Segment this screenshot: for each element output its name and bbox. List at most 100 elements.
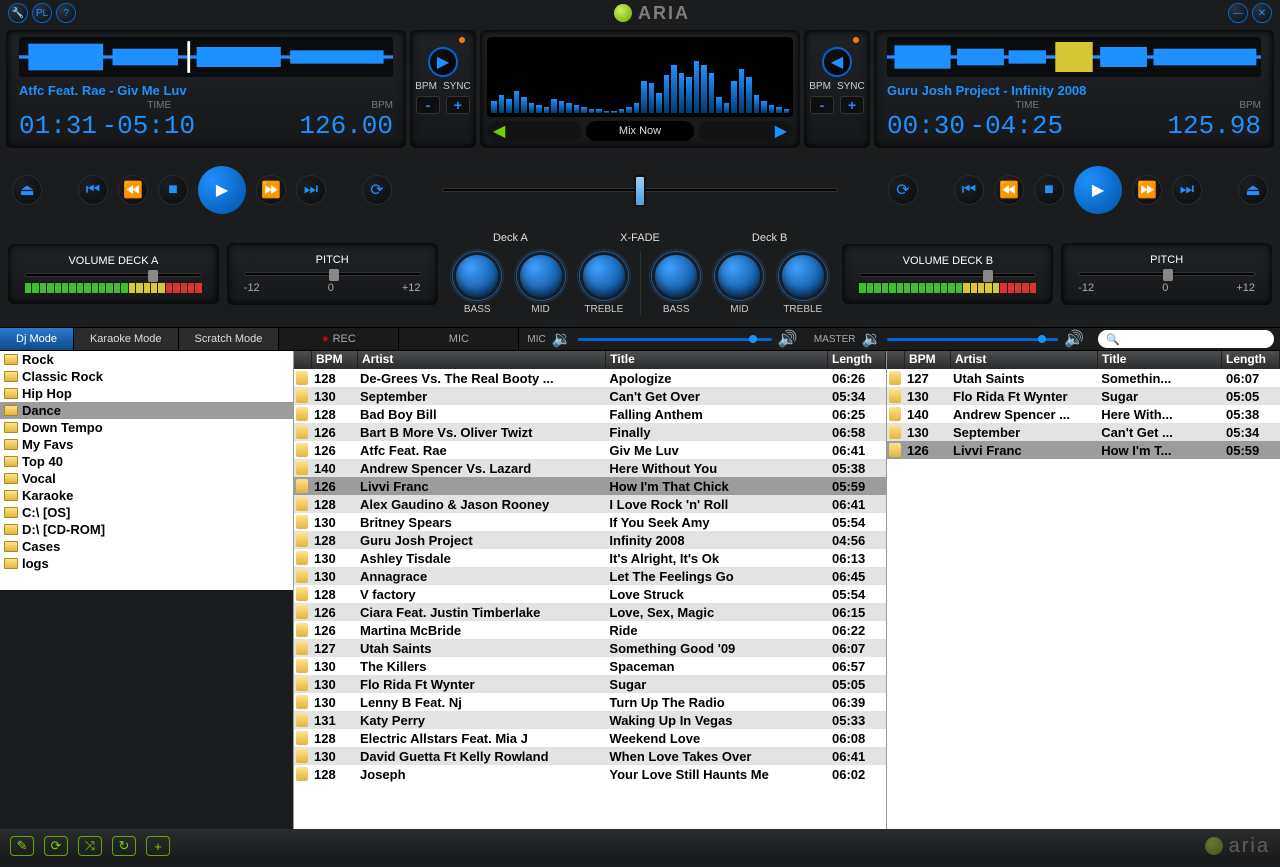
track-row[interactable]: 126Livvi FrancHow I'm That Chick05:59 — [294, 477, 886, 495]
sync-b-plus-button[interactable]: + — [840, 96, 864, 114]
deck-a-stop-button[interactable]: ■ — [158, 175, 188, 205]
track-row[interactable]: 130The KillersSpaceman06:57 — [294, 657, 886, 675]
mix-prev-button[interactable]: ◀ — [487, 121, 582, 141]
deck-a-next-button[interactable]: ⏭ — [296, 175, 326, 205]
pitch-b-slider[interactable] — [1078, 272, 1255, 276]
tab-dj-mode[interactable]: Dj Mode — [0, 328, 74, 350]
volume-a-slider[interactable] — [25, 273, 202, 277]
shuffle-button[interactable]: ⤨ — [78, 836, 102, 856]
deck-a-play-button[interactable]: ▶ — [198, 166, 246, 214]
deck-b-play-button[interactable]: ▶ — [1074, 166, 1122, 214]
deck-b-eject-button[interactable]: ⏏ — [1238, 175, 1268, 205]
repeat-button[interactable]: ↻ — [112, 836, 136, 856]
tab-karaoke-mode[interactable]: Karaoke Mode — [74, 328, 179, 350]
deck-a-waveform[interactable] — [19, 37, 393, 77]
track-row[interactable]: 126Ciara Feat. Justin TimberlakeLove, Se… — [294, 603, 886, 621]
mic-level-slider[interactable] — [578, 338, 772, 341]
deck-b-loop-button[interactable]: ⟳ — [888, 175, 918, 205]
folder-row[interactable]: Classic Rock — [0, 368, 293, 385]
deck-a-prev-button[interactable]: ⏮ — [78, 175, 108, 205]
help-button[interactable]: ? — [56, 3, 76, 23]
track-row[interactable]: 126Martina McBrideRide06:22 — [294, 621, 886, 639]
sync-b-minus-button[interactable]: - — [810, 96, 834, 114]
deck-b-waveform[interactable] — [887, 37, 1261, 77]
refresh-button[interactable]: ⟳ — [44, 836, 68, 856]
deck-a-rew-button[interactable]: ⏪ — [118, 175, 148, 205]
track-row[interactable]: 140Andrew Spencer Vs. LazardHere Without… — [294, 459, 886, 477]
settings-button[interactable]: 🔧 — [8, 3, 28, 23]
deck-b-treble-knob[interactable] — [779, 252, 827, 300]
deck-a-eject-button[interactable]: ⏏ — [12, 175, 42, 205]
track-row[interactable]: 128De-Grees Vs. The Real Booty ...Apolog… — [294, 369, 886, 387]
track-row[interactable]: 130SeptemberCan't Get ...05:34 — [887, 423, 1280, 441]
deck-b-ffwd-button[interactable]: ⏩ — [1132, 175, 1162, 205]
folder-row[interactable]: Rock — [0, 351, 293, 368]
folder-row[interactable]: logs — [0, 555, 293, 572]
track-row[interactable]: 127Utah SaintsSomething Good '0906:07 — [294, 639, 886, 657]
track-row[interactable]: 126Livvi FrancHow I'm T...05:59 — [887, 441, 1280, 459]
track-row[interactable]: 126Bart B More Vs. Oliver TwiztFinally06… — [294, 423, 886, 441]
col-length[interactable]: Length — [828, 351, 886, 369]
folder-row[interactable]: D:\ [CD-ROM] — [0, 521, 293, 538]
volume-b-slider[interactable] — [859, 273, 1036, 277]
pitch-a-slider[interactable] — [244, 272, 421, 276]
folder-row[interactable]: My Favs — [0, 436, 293, 453]
mix-next-button[interactable]: ▶ — [698, 121, 793, 141]
edit-button[interactable]: ✎ — [10, 836, 34, 856]
qcol-title[interactable]: Title — [1098, 351, 1222, 369]
deck-b-stop-button[interactable]: ■ — [1034, 175, 1064, 205]
folder-row[interactable]: Down Tempo — [0, 419, 293, 436]
folder-row[interactable]: C:\ [OS] — [0, 504, 293, 521]
deck-a-mid-knob[interactable] — [517, 252, 565, 300]
track-row[interactable]: 128Alex Gaudino & Jason RooneyI Love Roc… — [294, 495, 886, 513]
folder-row[interactable]: Top 40 — [0, 453, 293, 470]
track-row[interactable]: 130SeptemberCan't Get Over05:34 — [294, 387, 886, 405]
deck-a-treble-knob[interactable] — [580, 252, 628, 300]
deck-a-bass-knob[interactable] — [453, 252, 501, 300]
search-box[interactable]: 🔍 — [1098, 330, 1274, 348]
track-row[interactable]: 130Ashley TisdaleIt's Alright, It's Ok06… — [294, 549, 886, 567]
folder-row[interactable]: Dance — [0, 402, 293, 419]
sync-a-minus-button[interactable]: - — [416, 96, 440, 114]
col-title[interactable]: Title — [606, 351, 828, 369]
deck-b-rew-button[interactable]: ⏪ — [994, 175, 1024, 205]
track-row[interactable]: 126Atfc Feat. RaeGiv Me Luv06:41 — [294, 441, 886, 459]
track-row[interactable]: 128Bad Boy BillFalling Anthem06:25 — [294, 405, 886, 423]
add-button[interactable]: + — [146, 836, 170, 856]
track-row[interactable]: 140Andrew Spencer ...Here With...05:38 — [887, 405, 1280, 423]
minimize-button[interactable]: — — [1228, 3, 1248, 23]
mix-now-button[interactable]: Mix Now — [586, 121, 694, 141]
sync-a-plus-button[interactable]: + — [446, 96, 470, 114]
col-bpm[interactable]: BPM — [312, 351, 358, 369]
qcol-bpm[interactable]: BPM — [905, 351, 951, 369]
deck-b-bass-knob[interactable] — [652, 252, 700, 300]
sync-b-play-button[interactable]: ◀ — [822, 47, 852, 77]
track-row[interactable]: 130Britney SpearsIf You Seek Amy05:54 — [294, 513, 886, 531]
sync-a-play-button[interactable]: ▶ — [428, 47, 458, 77]
track-row[interactable]: 128V factoryLove Struck05:54 — [294, 585, 886, 603]
track-row[interactable]: 131Katy PerryWaking Up In Vegas05:33 — [294, 711, 886, 729]
deck-a-ffwd-button[interactable]: ⏩ — [256, 175, 286, 205]
deck-b-mid-knob[interactable] — [715, 252, 763, 300]
close-button[interactable]: ✕ — [1252, 3, 1272, 23]
search-input[interactable] — [1124, 333, 1266, 345]
deck-b-next-button[interactable]: ⏭ — [1172, 175, 1202, 205]
crossfader-handle[interactable] — [634, 175, 646, 207]
track-row[interactable]: 128JosephYour Love Still Haunts Me06:02 — [294, 765, 886, 783]
qcol-length[interactable]: Length — [1222, 351, 1280, 369]
deck-a-loop-button[interactable]: ⟳ — [362, 175, 392, 205]
folder-row[interactable]: Vocal — [0, 470, 293, 487]
track-row[interactable]: 128Guru Josh ProjectInfinity 200804:56 — [294, 531, 886, 549]
folder-row[interactable]: Hip Hop — [0, 385, 293, 402]
rec-button[interactable]: ●REC — [279, 328, 399, 350]
track-row[interactable]: 130Lenny B Feat. NjTurn Up The Radio06:3… — [294, 693, 886, 711]
track-row[interactable]: 128Electric Allstars Feat. Mia JWeekend … — [294, 729, 886, 747]
col-artist[interactable]: Artist — [358, 351, 606, 369]
deck-b-prev-button[interactable]: ⏮ — [954, 175, 984, 205]
track-row[interactable]: 127Utah SaintsSomethin...06:07 — [887, 369, 1280, 387]
folder-row[interactable]: Karaoke — [0, 487, 293, 504]
playlist-button[interactable]: PL — [32, 3, 52, 23]
mic-button[interactable]: MIC — [399, 328, 519, 350]
tab-scratch-mode[interactable]: Scratch Mode — [179, 328, 280, 350]
folder-row[interactable]: Cases — [0, 538, 293, 555]
